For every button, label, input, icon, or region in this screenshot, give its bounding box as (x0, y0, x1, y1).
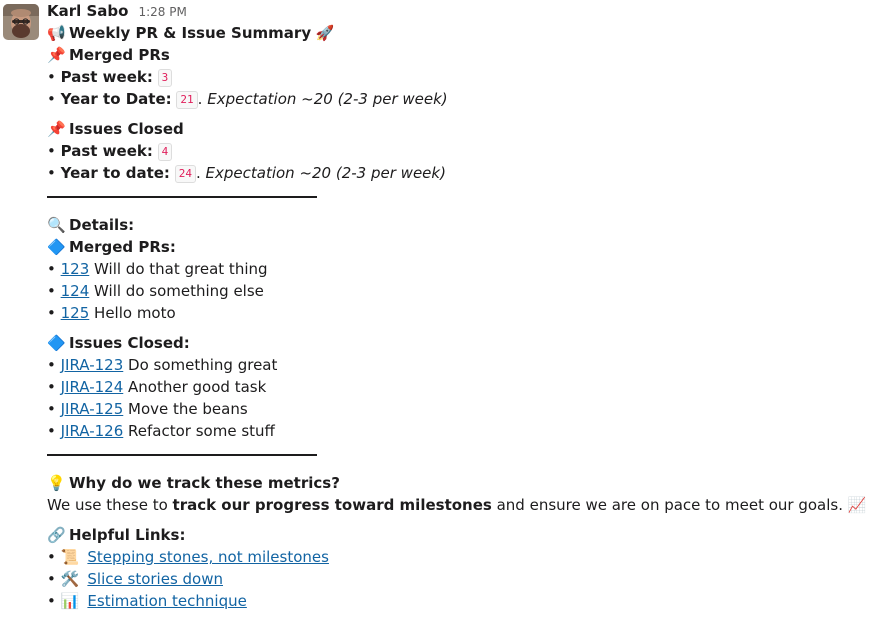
bullet: • (47, 142, 61, 160)
ytd-label: Year to Date: (60, 90, 172, 108)
message-timestamp[interactable]: 1:28 PM (138, 1, 186, 23)
links-heading: 🔗 Helpful Links: (47, 524, 872, 546)
helpful-link[interactable]: Estimation technique (87, 592, 246, 610)
pushpin-icon: 📌 (47, 120, 66, 138)
list-item: • 📊 Estimation technique (47, 590, 872, 612)
issues-closed-heading: 📌 Issues Closed (47, 118, 872, 140)
hammer-and-wrench-icon: 🛠️ (60, 570, 80, 588)
why-text-before: We use these to (47, 496, 173, 514)
issue-title: Do something great (123, 356, 278, 374)
helpful-link[interactable]: Stepping stones, not milestones (87, 548, 329, 566)
bullet: • (47, 570, 61, 588)
pr-link[interactable]: 123 (61, 260, 90, 278)
issues-closed-past-week: • Past week: 4 (47, 140, 872, 162)
avatar[interactable] (3, 4, 39, 40)
ytd-value: 24 (174, 165, 196, 183)
details-merged-heading-text: Merged PRs: (69, 238, 176, 256)
issues-closed-heading-text: Issues Closed (69, 120, 184, 138)
bullet: • (47, 548, 61, 566)
details-heading: 🔍 Details: (47, 214, 872, 236)
bullet: • (47, 356, 61, 374)
ytd-expectation: Expectation ~20 (2-3 per week) (205, 164, 446, 182)
scroll-icon: 📜 (60, 548, 80, 566)
list-item: • 125 Hello moto (47, 302, 872, 324)
ytd-separator: . (197, 90, 208, 108)
bullet: • (47, 378, 61, 396)
divider (47, 442, 872, 464)
lightbulb-icon: 💡 (47, 474, 66, 492)
rocket-icon: 🚀 (315, 24, 335, 42)
issue-link[interactable]: JIRA-123 (61, 356, 124, 374)
details-issues-heading: 🔷 Issues Closed: (47, 332, 872, 354)
bar-chart-icon: 📊 (60, 592, 80, 610)
merged-prs-heading: 📌 Merged PRs (47, 44, 872, 66)
why-heading: 💡 Why do we track these metrics? (47, 472, 872, 494)
issue-link[interactable]: JIRA-126 (61, 422, 124, 440)
details-merged-heading: 🔷 Merged PRs: (47, 236, 872, 258)
megaphone-icon: 📢 (47, 24, 66, 42)
bullet: • (47, 400, 61, 418)
issue-title: Another good task (123, 378, 267, 396)
merged-prs-ytd: • Year to Date: 21. Expectation ~20 (2-3… (47, 88, 872, 110)
details-heading-text: Details: (69, 216, 135, 234)
issue-link[interactable]: JIRA-124 (61, 378, 124, 396)
list-item: • 🛠️ Slice stories down (47, 568, 872, 590)
merged-prs-heading-text: Merged PRs (69, 46, 170, 64)
bullet: • (47, 68, 61, 86)
bullet: • (47, 592, 61, 610)
blue-diamond-icon: 🔷 (47, 238, 66, 256)
merged-prs-past-week: • Past week: 3 (47, 66, 872, 88)
pr-link[interactable]: 124 (61, 282, 90, 300)
blue-diamond-icon: 🔷 (47, 334, 66, 352)
issues-closed-ytd: • Year to date: 24. Expectation ~20 (2-3… (47, 162, 872, 184)
summary-title: 📢 Weekly PR & Issue Summary 🚀 (47, 22, 872, 44)
magnifier-icon: 🔍 (47, 216, 66, 234)
why-text-after: and ensure we are on pace to meet our go… (491, 496, 848, 514)
divider (47, 184, 872, 206)
ytd-separator: . (195, 164, 206, 182)
ytd-value: 21 (176, 91, 198, 109)
pr-title: Hello moto (89, 304, 176, 322)
why-heading-text: Why do we track these metrics? (69, 474, 340, 492)
details-issues-heading-text: Issues Closed: (69, 334, 190, 352)
pr-title: Will do something else (89, 282, 264, 300)
bullet: • (47, 282, 61, 300)
bullet: • (47, 164, 61, 182)
message-body: Karl Sabo 1:28 PM 📢 Weekly PR & Issue Sum… (47, 0, 872, 612)
issue-title: Refactor some stuff (123, 422, 275, 440)
bullet: • (47, 90, 61, 108)
why-text-bold: track our progress toward milestones (172, 496, 492, 514)
list-item: • JIRA-124 Another good task (47, 376, 872, 398)
chart-increasing-icon: 📈 (847, 496, 867, 514)
list-item: • JIRA-125 Move the beans (47, 398, 872, 420)
list-item: • 123 Will do that great thing (47, 258, 872, 280)
ytd-expectation: Expectation ~20 (2-3 per week) (207, 90, 448, 108)
list-item: • JIRA-126 Refactor some stuff (47, 420, 872, 442)
bullet: • (47, 422, 61, 440)
message-header: Karl Sabo 1:28 PM (47, 0, 872, 22)
links-heading-text: Helpful Links: (69, 526, 186, 544)
bullet: • (47, 260, 61, 278)
author-name[interactable]: Karl Sabo (47, 0, 128, 22)
why-text: We use these to track our progress towar… (47, 494, 872, 516)
issue-title: Move the beans (123, 400, 248, 418)
ytd-label: Year to date: (60, 164, 170, 182)
link-icon: 🔗 (47, 526, 66, 544)
past-week-value: 4 (157, 143, 173, 161)
bullet: • (47, 304, 61, 322)
pr-link[interactable]: 125 (61, 304, 90, 322)
pushpin-icon: 📌 (47, 46, 66, 64)
pr-title: Will do that great thing (89, 260, 268, 278)
list-item: • 124 Will do something else (47, 280, 872, 302)
helpful-link[interactable]: Slice stories down (87, 570, 223, 588)
issue-link[interactable]: JIRA-125 (61, 400, 124, 418)
list-item: • 📜 Stepping stones, not milestones (47, 546, 872, 568)
title-text: Weekly PR & Issue Summary (69, 24, 312, 42)
list-item: • JIRA-123 Do something great (47, 354, 872, 376)
past-week-label: Past week: (60, 68, 153, 86)
past-week-value: 3 (157, 69, 173, 87)
past-week-label: Past week: (60, 142, 153, 160)
